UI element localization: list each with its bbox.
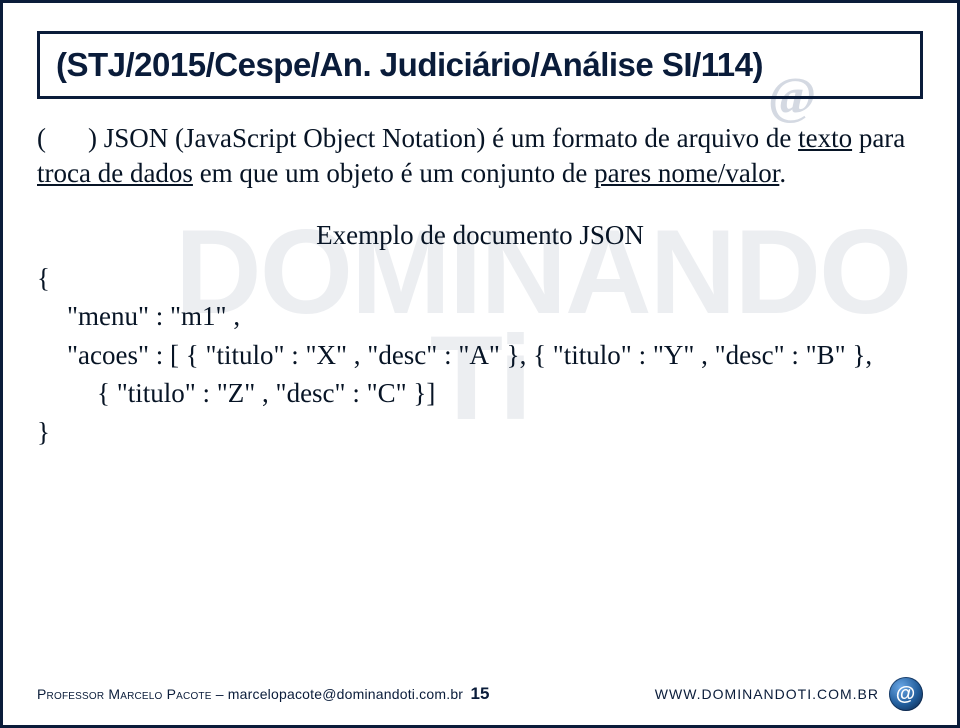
footer-right: www.dominandoti.com.br @ xyxy=(655,677,923,711)
underline-troca-de-dados: troca de dados xyxy=(37,158,193,188)
slide-title: (STJ/2015/Cespe/An. Judiciário/Análise S… xyxy=(56,46,904,84)
json-line-acoes-2: { "titulo" : "Z" , "desc" : "C" }] xyxy=(37,376,923,411)
underline-pares-nome-valor: pares nome/valor xyxy=(594,158,779,188)
json-close-brace: } xyxy=(37,415,923,450)
url-prefix: www. xyxy=(655,686,702,702)
title-box: (STJ/2015/Cespe/An. Judiciário/Análise S… xyxy=(37,31,923,99)
site-url: www.dominandoti.com.br xyxy=(655,686,879,702)
json-line-acoes-1: "acoes" : [ { "titulo" : "X" , "desc" : … xyxy=(37,338,923,373)
author-name: Professor Marcelo Pacote xyxy=(37,686,212,702)
url-domain: dominandoti.com.br xyxy=(702,686,879,702)
text-frag-2: para xyxy=(852,123,905,153)
text-frag-4: . xyxy=(779,158,786,188)
brand-icon: @ xyxy=(889,677,923,711)
slide-body: ( ) JSON (JavaScript Object Notation) é u… xyxy=(37,121,923,449)
underline-texto: texto xyxy=(798,123,852,153)
json-example: { "menu" : "m1" , "acoes" : [ { "titulo"… xyxy=(37,261,923,450)
question-paragraph: ( ) JSON (JavaScript Object Notation) é u… xyxy=(37,121,923,190)
json-open-brace: { xyxy=(37,261,923,296)
slide: DOMINANDO Ti @ (STJ/2015/Cespe/An. Judic… xyxy=(0,0,960,728)
paren-open: ( xyxy=(37,123,46,153)
author-email: marcelopacote@dominandoti.com.br xyxy=(228,686,463,702)
json-line-menu: "menu" : "m1" , xyxy=(37,299,923,334)
page-number: 15 xyxy=(471,684,490,704)
footer-left: Professor Marcelo Pacote – marcelopacote… xyxy=(37,686,463,702)
footer: Professor Marcelo Pacote – marcelopacote… xyxy=(37,677,923,711)
text-frag-1: ) JSON (JavaScript Object Notation) é um… xyxy=(88,123,798,153)
text-frag-3: em que um objeto é um conjunto de xyxy=(193,158,594,188)
footer-separator: – xyxy=(212,686,228,702)
example-title: Exemplo de documento JSON xyxy=(37,218,923,253)
